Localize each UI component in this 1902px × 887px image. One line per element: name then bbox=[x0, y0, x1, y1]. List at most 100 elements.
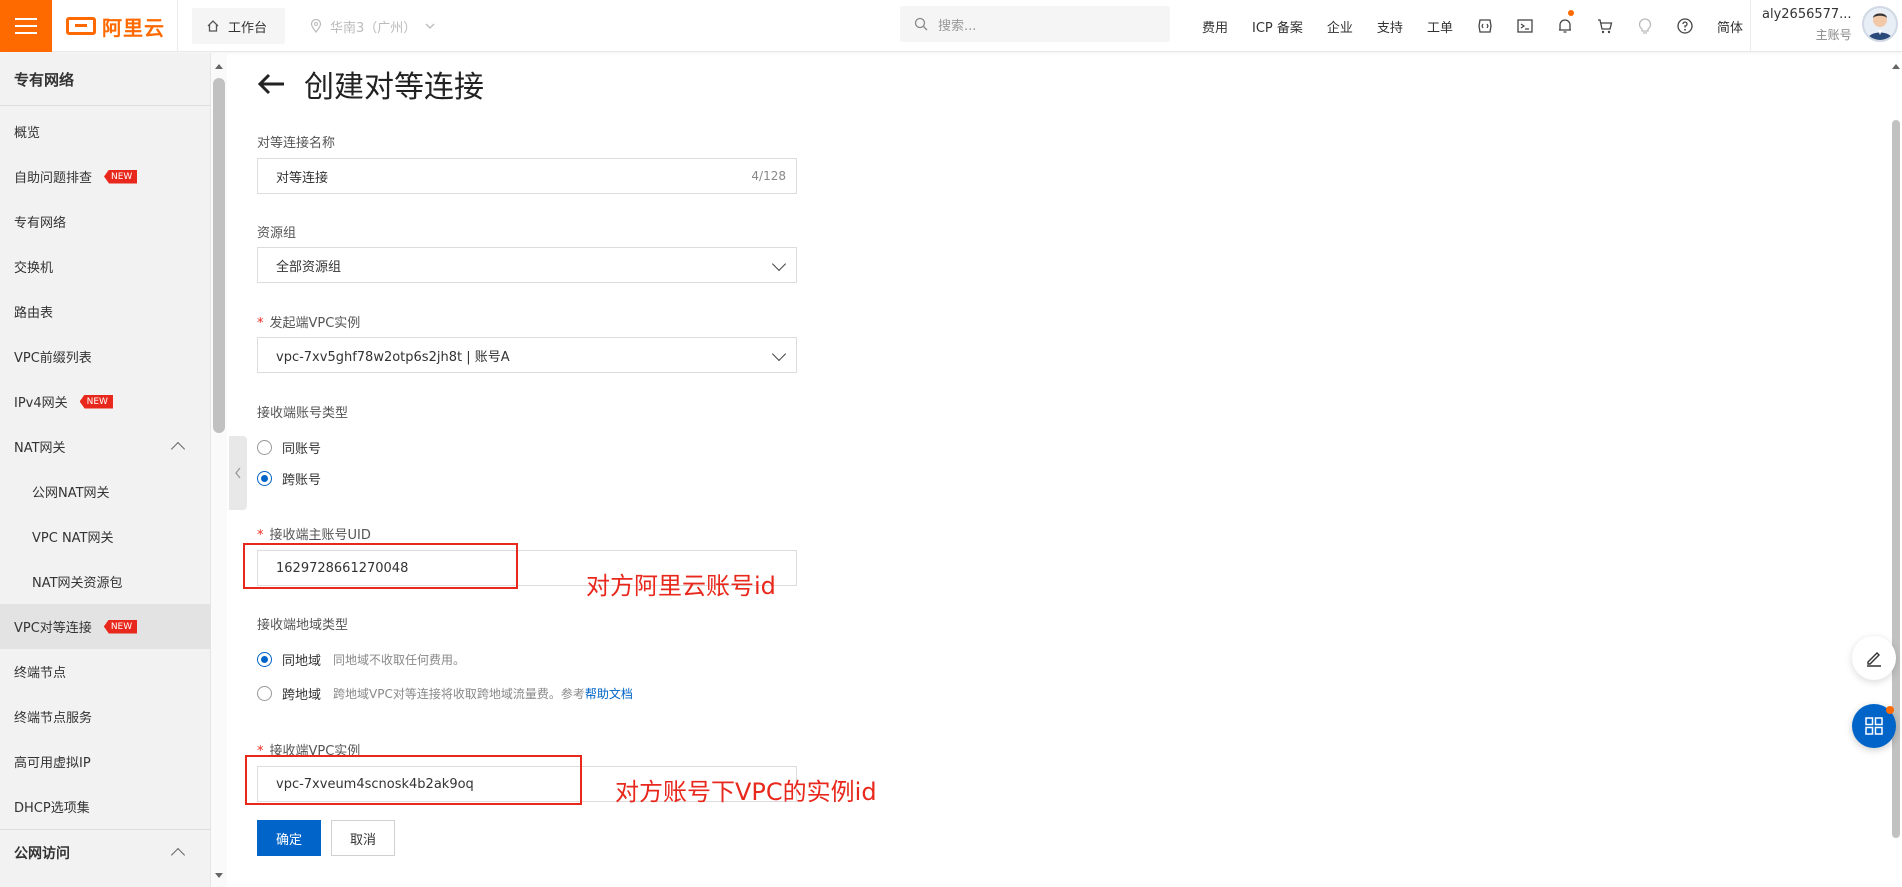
name-field[interactable]: 对等连接 4/128 bbox=[257, 158, 797, 194]
region-type-label: 接收端地域类型 bbox=[257, 618, 349, 633]
hamburger-icon bbox=[15, 18, 37, 20]
sidebar-item-overview[interactable]: 概览 bbox=[0, 109, 211, 154]
sidebar-item-prefix-list[interactable]: VPC前缀列表 bbox=[0, 334, 211, 379]
sidebar-item-self-diagnosis[interactable]: 自助问题排查 NEW bbox=[0, 154, 211, 199]
divider bbox=[1750, 0, 1751, 52]
help-doc-link[interactable]: 帮助文档 bbox=[585, 687, 633, 701]
sidebar-item-endpoint-service[interactable]: 终端节点服务 bbox=[0, 694, 211, 739]
language-switch[interactable]: 简体 bbox=[1717, 17, 1743, 36]
home-icon bbox=[207, 20, 219, 32]
nav-link-ticket[interactable]: 工单 bbox=[1427, 17, 1453, 36]
required-mark: * bbox=[257, 316, 264, 331]
sidebar-group-public-access[interactable]: 公网访问 bbox=[0, 830, 211, 875]
receiver-uid-label: * 接收端主账号UID bbox=[257, 528, 371, 543]
radio-button[interactable] bbox=[257, 471, 272, 486]
help-icon[interactable] bbox=[1665, 0, 1705, 52]
origin-vpc-label: * 发起端VPC实例 bbox=[257, 316, 361, 331]
sidebar-collapse-button[interactable] bbox=[229, 436, 247, 510]
sidebar-item-vpc-nat[interactable]: VPC NAT网关 bbox=[0, 514, 211, 559]
sidebar-item-endpoint[interactable]: 终端节点 bbox=[0, 649, 211, 694]
account-type-label: 接收端账号类型 bbox=[257, 406, 349, 421]
avatar[interactable] bbox=[1862, 6, 1898, 42]
sidebar: 专有网络 概览 自助问题排查 NEW 专有网络 交换机 路由表 VPC前缀列表 I… bbox=[0, 53, 211, 887]
region-cross-hint: 跨地域VPC对等连接将收取跨地域流量费。参考 bbox=[333, 687, 585, 701]
chevron-down-icon bbox=[771, 256, 787, 272]
radio-cross-region[interactable]: 跨地域 跨地域VPC对等连接将收取跨地域流量费。参考帮助文档 bbox=[257, 684, 633, 703]
resource-group-value: 全部资源组 bbox=[276, 259, 342, 275]
new-badge: NEW bbox=[104, 169, 138, 184]
nav-link-billing[interactable]: 费用 bbox=[1202, 17, 1228, 36]
chevron-up-icon bbox=[170, 847, 186, 863]
bell-icon[interactable] bbox=[1545, 0, 1585, 52]
radio-cross-account[interactable]: 跨账号 bbox=[257, 469, 321, 488]
scroll-up-icon[interactable] bbox=[1891, 62, 1901, 70]
name-label: 对等连接名称 bbox=[257, 136, 336, 151]
chevron-up-icon bbox=[170, 441, 186, 457]
page-title: 创建对等连接 bbox=[256, 62, 484, 106]
annotation-uid-note: 对方阿里云账号id bbox=[586, 572, 776, 600]
origin-vpc-select[interactable]: vpc-7xv5ghf78w2otp6s2jh8t | 账号A bbox=[257, 337, 797, 373]
region-selector[interactable]: 华南3（广州） bbox=[310, 8, 436, 44]
radio-button[interactable] bbox=[257, 652, 272, 667]
radio-button[interactable] bbox=[257, 440, 272, 455]
scroll-up-icon[interactable] bbox=[214, 62, 224, 70]
resource-group-select[interactable]: 全部资源组 bbox=[257, 247, 797, 283]
divider bbox=[177, 0, 178, 52]
sidebar-item-ipv4-gateway[interactable]: IPv4网关 NEW bbox=[0, 379, 211, 424]
logo-text: 阿里云 bbox=[102, 15, 165, 40]
radio-same-account[interactable]: 同账号 bbox=[257, 438, 321, 457]
terminal-icon[interactable] bbox=[1505, 0, 1545, 52]
name-counter: 4/128 bbox=[751, 169, 786, 183]
sidebar-title: 专有网络 bbox=[14, 71, 75, 89]
radio-button[interactable] bbox=[257, 686, 272, 701]
grid-icon bbox=[1865, 717, 1883, 735]
sidebar-scrollbar[interactable] bbox=[213, 78, 225, 433]
radio-same-region[interactable]: 同地域 同地域不收取任何费用。 bbox=[257, 650, 465, 669]
app-grid-button[interactable] bbox=[1852, 704, 1896, 748]
nav-link-support[interactable]: 支持 bbox=[1377, 17, 1403, 36]
nav-link-enterprise[interactable]: 企业 bbox=[1327, 17, 1353, 36]
cloud-shell-icon[interactable] bbox=[1465, 0, 1505, 52]
new-badge: NEW bbox=[103, 619, 138, 634]
location-icon bbox=[310, 19, 322, 33]
origin-vpc-value: vpc-7xv5ghf78w2otp6s2jh8t | 账号A bbox=[276, 349, 510, 365]
workbench-button[interactable]: 工作台 bbox=[192, 8, 285, 44]
chevron-down-icon bbox=[425, 23, 435, 29]
sidebar-item-dhcp[interactable]: DHCP选项集 bbox=[0, 784, 211, 829]
sidebar-item-vpc[interactable]: 专有网络 bbox=[0, 199, 211, 244]
sidebar-item-nat-package[interactable]: NAT网关资源包 bbox=[0, 559, 211, 604]
confirm-button[interactable]: 确定 bbox=[257, 820, 321, 856]
new-badge: NEW bbox=[79, 394, 113, 409]
name-value: 对等连接 bbox=[276, 170, 329, 186]
menu-toggle-button[interactable] bbox=[0, 0, 52, 52]
resource-group-label: 资源组 bbox=[257, 226, 297, 241]
nav-link-icp[interactable]: ICP 备案 bbox=[1252, 17, 1303, 36]
sidebar-item-havip[interactable]: 高可用虚拟IP bbox=[0, 739, 211, 784]
sidebar-item-vswitch[interactable]: 交换机 bbox=[0, 244, 211, 289]
cart-icon[interactable] bbox=[1585, 0, 1625, 52]
search-icon bbox=[914, 17, 928, 31]
back-arrow-icon[interactable] bbox=[256, 72, 286, 96]
sidebar-item-route-table[interactable]: 路由表 bbox=[0, 289, 211, 334]
workbench-label: 工作台 bbox=[228, 20, 268, 36]
top-bar: 阿里云 工作台 华南3（广州） 搜索... 费用 ICP 备案 企业 支持 工单 bbox=[0, 0, 1902, 52]
sidebar-item-vpc-peering[interactable]: VPC对等连接 NEW bbox=[0, 604, 211, 649]
search-input[interactable]: 搜索... bbox=[900, 6, 1170, 42]
scroll-down-icon[interactable] bbox=[214, 872, 224, 880]
search-placeholder: 搜索... bbox=[938, 18, 977, 34]
account-menu[interactable]: aly2656577... 主账号 bbox=[1762, 5, 1852, 45]
cancel-button[interactable]: 取消 bbox=[331, 820, 395, 856]
region-label: 华南3（广州） bbox=[330, 20, 417, 36]
pencil-icon bbox=[1867, 652, 1881, 667]
region-same-hint: 同地域不收取任何费用。 bbox=[333, 653, 466, 667]
account-name: aly2656577... bbox=[1762, 7, 1852, 22]
chevron-left-icon bbox=[235, 467, 241, 479]
aliyun-logo[interactable]: 阿里云 bbox=[66, 13, 165, 40]
logo-icon bbox=[66, 17, 96, 35]
page-title-text: 创建对等连接 bbox=[304, 70, 484, 105]
sidebar-item-nat-gateway[interactable]: NAT网关 bbox=[0, 424, 211, 469]
sidebar-item-public-nat[interactable]: 公网NAT网关 bbox=[0, 469, 211, 514]
lightbulb-icon[interactable] bbox=[1625, 0, 1665, 52]
feedback-edit-button[interactable] bbox=[1852, 636, 1896, 680]
notification-dot bbox=[1567, 10, 1574, 16]
